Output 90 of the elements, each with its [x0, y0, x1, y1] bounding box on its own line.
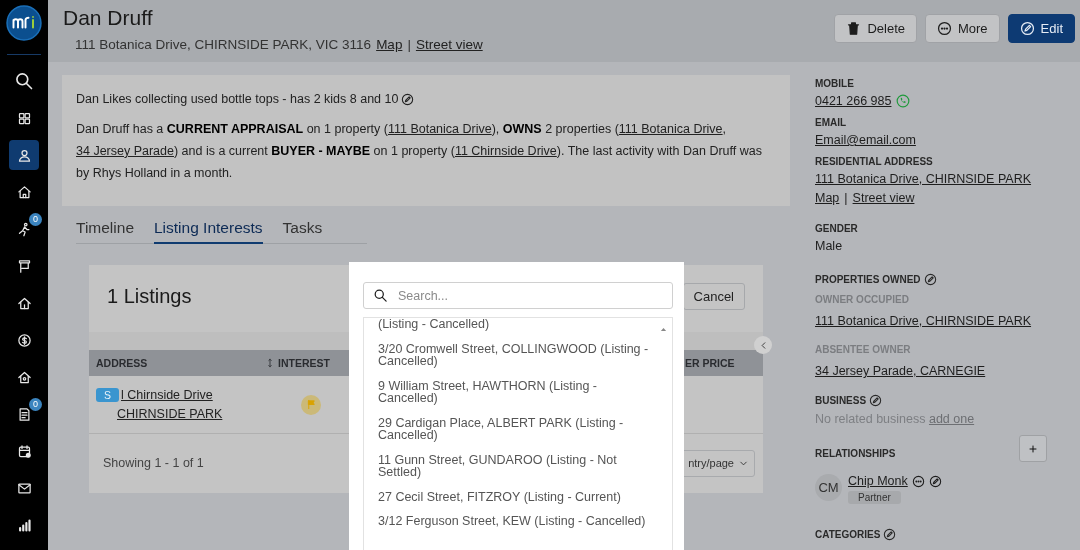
- address-link[interactable]: 111 Botanica Drive, CHIRNSIDE PARK: [815, 314, 1032, 328]
- signboard-icon: [16, 258, 32, 274]
- home-icon: [16, 184, 32, 200]
- edit-button[interactable]: Edit: [1007, 14, 1075, 43]
- summary-text: Dan Druff has a CURRENT APPRAISAL on 1 property (111 Botanica Drive), OWNS 2 properties (111 Botanica Drive, 34 Jersey Parade) and is a current BUYER - MAYBE on 1 property (11 Chirnside Drive). The last activity with Dan Druff was by Rhys Holland in a month.: [76, 120, 763, 182]
- listing-option[interactable]: 9 William Street, HAWTHORN (Listing - Cancelled): [364, 375, 654, 413]
- column-header: ER PRICE: [685, 357, 736, 369]
- property-link[interactable]: 111 Botanica Drive: [618, 121, 723, 136]
- map-link[interactable]: Map: [815, 191, 840, 205]
- more-icon: [936, 21, 952, 36]
- count-badge: 0: [29, 398, 42, 411]
- edit-icon: [923, 273, 937, 286]
- listings-title: 1 Listings: [107, 285, 192, 308]
- listing-option[interactable]: 11 Gunn Street, GUNDAROO (Listing - Not Settled): [364, 449, 654, 487]
- flag-icon: [305, 399, 317, 410]
- edit-icon: [869, 394, 883, 407]
- count-badge: 0: [29, 213, 42, 226]
- sort-icon: [265, 357, 275, 369]
- sidebar-item[interactable]: 0: [5, 398, 43, 430]
- listing-option[interactable]: 3/20 Cromwell Street, COLLINGWOOD (Listing - Cancelled): [364, 338, 654, 376]
- field-label: GENDER: [815, 223, 858, 234]
- bar-chart-icon: [16, 517, 32, 533]
- search-icon: [373, 288, 388, 303]
- person-link[interactable]: Chip Monk: [848, 474, 908, 488]
- calendar-icon: [16, 443, 32, 459]
- property-link[interactable]: 34 Jersey Parade: [76, 143, 174, 158]
- house-icon: [16, 295, 32, 311]
- sidebar-item[interactable]: [9, 140, 39, 170]
- listing-option[interactable]: 27 Cecil Street, FITZROY (Listing - Current): [364, 486, 654, 511]
- edit-icon: [1019, 21, 1035, 36]
- status-badge: S: [96, 388, 119, 402]
- person-icon: [16, 147, 32, 163]
- walking-person-icon: [16, 221, 32, 237]
- contact-name: Dan Druff: [63, 6, 154, 30]
- separator: |: [407, 37, 411, 52]
- property-link[interactable]: 111 Botanica Drive: [387, 121, 492, 136]
- field-label: MOBILE: [815, 78, 854, 89]
- add-button[interactable]: [1019, 435, 1047, 462]
- house-icon: [16, 369, 32, 385]
- address-link[interactable]: CHIRNSIDE PARK: [117, 407, 272, 421]
- edit-icon: [928, 474, 942, 488]
- role-tag: Partner: [848, 491, 901, 504]
- field-label: RESIDENTIAL ADDRESS: [815, 156, 933, 167]
- listing-option[interactable]: 29 Cardigan Place, ALBERT PARK (Listing - Cancelled): [364, 412, 654, 450]
- search-icon: [14, 71, 34, 91]
- address-link[interactable]: 111 Botanica Drive, CHIRNSIDE PARK: [815, 172, 1032, 186]
- cancel-button[interactable]: Cancel: [682, 283, 745, 310]
- edit-icon: [401, 93, 415, 107]
- street-view-link[interactable]: Street view: [852, 191, 915, 205]
- logo: [6, 5, 42, 41]
- dollar-icon: [16, 332, 32, 348]
- tab[interactable]: Listing Interests: [154, 215, 263, 244]
- property-link[interactable]: 11 Chirnside Drive: [454, 143, 557, 158]
- edit-icon: [883, 528, 897, 541]
- pagination-text: Showing 1 - 1 of 1: [103, 456, 204, 470]
- field-label: RELATIONSHIPS: [815, 448, 896, 459]
- column-header: INTEREST: [278, 357, 330, 369]
- field-label: EMAIL: [815, 117, 847, 128]
- field-label: OWNER OCCUPIED: [815, 294, 909, 305]
- email-link[interactable]: Email@email.com: [815, 133, 916, 147]
- phone-link[interactable]: 0421 266 985: [815, 94, 892, 108]
- more-icon: [911, 474, 925, 488]
- avatar: CM: [815, 474, 842, 501]
- scroll-up-icon: [659, 325, 668, 334]
- delete-button[interactable]: Delete: [834, 14, 917, 43]
- more-button[interactable]: More: [924, 14, 1000, 43]
- street-view-link[interactable]: Street view: [415, 37, 483, 52]
- address-link[interactable]: l Chirnside Drive: [121, 388, 213, 402]
- column-header: ADDRESS: [95, 357, 149, 369]
- sidebar-item[interactable]: 0: [5, 213, 43, 245]
- note-text: Dan Likes collecting used bottle tops - has 2 kids 8 and 10: [76, 91, 399, 108]
- listing-option[interactable]: (Listing - Cancelled): [364, 318, 654, 339]
- address-link[interactable]: 34 Jersey Parade, CARNEGIE: [815, 364, 986, 378]
- phone-icon: [896, 94, 911, 108]
- tab[interactable]: Timeline: [76, 215, 134, 244]
- separator: |: [844, 191, 848, 205]
- field-label: CATEGORIES: [815, 529, 881, 540]
- contact-address: 111 Botanica Drive, CHIRNSIDE PARK, VIC 3116: [75, 37, 372, 52]
- field-label: ABSENTEE OWNER: [815, 344, 911, 355]
- field-value: Male: [815, 239, 843, 253]
- field-label: BUSINESS: [815, 395, 867, 406]
- trash-icon: [846, 21, 862, 36]
- search-field[interactable]: Search...: [363, 282, 673, 309]
- mail-icon: [16, 480, 32, 496]
- listing-option[interactable]: 3/12 Ferguson Street, KEW (Listing - Cancelled): [364, 511, 654, 536]
- map-link[interactable]: Map: [376, 37, 403, 52]
- field-label: PROPERTIES OWNED: [815, 274, 921, 285]
- grid-icon: [16, 110, 32, 126]
- tab[interactable]: Tasks: [282, 215, 323, 244]
- checklist-icon: [16, 406, 32, 422]
